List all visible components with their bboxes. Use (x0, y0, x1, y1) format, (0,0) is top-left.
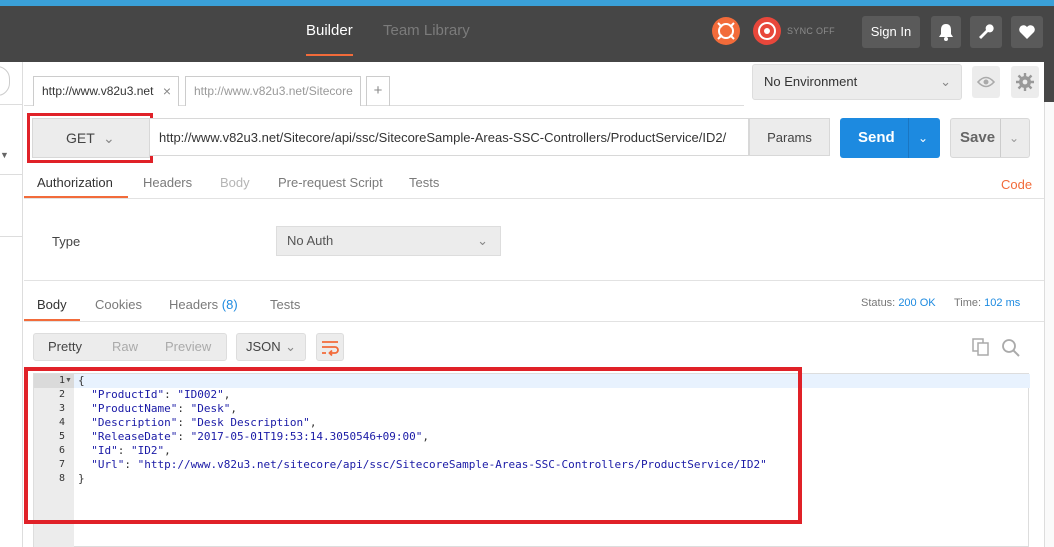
top-bar: Builder Team Library SYNC OFF Sign In (0, 0, 1054, 62)
environment-select[interactable]: No Environment ⌄ (752, 64, 962, 100)
chevron-down-icon[interactable]: ⌄ (1009, 119, 1019, 157)
close-icon[interactable]: × (163, 77, 171, 105)
response-tab-headers-label: Headers (169, 297, 219, 312)
send-button[interactable]: Send ⌄ (840, 118, 940, 158)
response-highlight-box (24, 367, 802, 524)
request-tab[interactable]: http://www.v82u3.net/Sitecore (185, 76, 361, 106)
chevron-down-icon[interactable]: ▼ (0, 150, 9, 160)
request-tab-row: http://www.v82u3.net × http://www.v82u3.… (24, 62, 744, 106)
tab-pre-request-script[interactable]: Pre-request Script (278, 175, 383, 190)
gear-icon[interactable] (1011, 66, 1039, 98)
bell-icon[interactable] (931, 16, 961, 48)
status-value: 200 OK (898, 297, 936, 309)
save-label: Save (960, 129, 996, 146)
divider (24, 198, 1044, 199)
wrench-icon[interactable] (970, 16, 1002, 48)
time-info: Time: 102 ms (954, 297, 1020, 309)
response-tab-body[interactable]: Body (37, 297, 67, 312)
view-mode-preview[interactable]: Preview (165, 334, 211, 360)
send-divider (908, 118, 909, 158)
wrap-lines-icon[interactable] (316, 333, 344, 361)
request-tab[interactable]: http://www.v82u3.net × (33, 76, 179, 106)
chevron-down-icon: ⌄ (285, 339, 296, 354)
divider (24, 280, 1044, 281)
heart-icon[interactable] (1011, 16, 1043, 48)
copy-icon[interactable] (972, 338, 990, 356)
nav-tab-team-library[interactable]: Team Library (383, 16, 470, 56)
response-tab-headers[interactable]: Headers (8) (169, 297, 238, 312)
divider (24, 321, 1044, 322)
tab-body[interactable]: Body (220, 175, 250, 190)
eye-icon[interactable] (972, 66, 1000, 98)
save-divider (1000, 119, 1001, 157)
sidebar-divider (0, 174, 23, 175)
auth-type-label: Type (52, 234, 81, 249)
sync-icon[interactable] (753, 17, 781, 45)
tab-tests[interactable]: Tests (409, 175, 439, 190)
time-value: 102 ms (984, 297, 1021, 309)
scrollbar[interactable] (1044, 62, 1054, 547)
nav-tab-builder[interactable]: Builder (306, 16, 353, 56)
scrollbar-cap (1044, 62, 1054, 102)
sidebar-divider (0, 236, 23, 237)
sign-in-button[interactable]: Sign In (862, 16, 920, 48)
view-mode-pretty[interactable]: Pretty (48, 334, 82, 360)
chevron-down-icon: ⌄ (477, 233, 488, 248)
sidebar-divider (0, 104, 23, 105)
chevron-down-icon[interactable]: ⌄ (918, 118, 928, 158)
response-tab-tests[interactable]: Tests (270, 297, 300, 312)
sidebar: ▼ (0, 62, 23, 547)
request-tab-label: http://www.v82u3.net/Sitecore (194, 84, 353, 98)
tab-authorization[interactable]: Authorization (37, 175, 113, 190)
send-label: Send (858, 129, 895, 146)
view-mode-raw[interactable]: Raw (112, 334, 138, 360)
sync-status-label: SYNC OFF (787, 26, 835, 36)
code-link[interactable]: Code (1001, 177, 1032, 192)
time-label: Time: (954, 297, 982, 309)
headers-count: (8) (221, 297, 238, 312)
save-button[interactable]: Save ⌄ (950, 118, 1030, 158)
interceptor-icon[interactable] (712, 17, 740, 45)
add-tab-button[interactable]: + (366, 76, 390, 106)
url-input[interactable]: http://www.v82u3.net/Sitecore/api/ssc/Si… (150, 118, 749, 156)
response-tab-cookies[interactable]: Cookies (95, 297, 142, 312)
sidebar-search[interactable] (0, 66, 10, 96)
params-button[interactable]: Params (749, 118, 830, 156)
tab-headers[interactable]: Headers (143, 175, 192, 190)
status-label: Status: (861, 297, 896, 309)
request-tab-label: http://www.v82u3.net (42, 84, 154, 98)
status-info: Status: 200 OK (861, 297, 936, 309)
format-selected: JSON (246, 339, 281, 354)
format-select[interactable]: JSON ⌄ (236, 333, 306, 361)
auth-type-select[interactable]: No Auth ⌄ (276, 226, 501, 256)
search-icon[interactable] (1001, 338, 1021, 358)
view-mode-group: Pretty Raw Preview (33, 333, 227, 361)
auth-type-selected: No Auth (287, 233, 334, 248)
environment-selected: No Environment (764, 74, 858, 89)
method-highlight-box (27, 113, 153, 163)
chevron-down-icon: ⌄ (940, 74, 951, 89)
